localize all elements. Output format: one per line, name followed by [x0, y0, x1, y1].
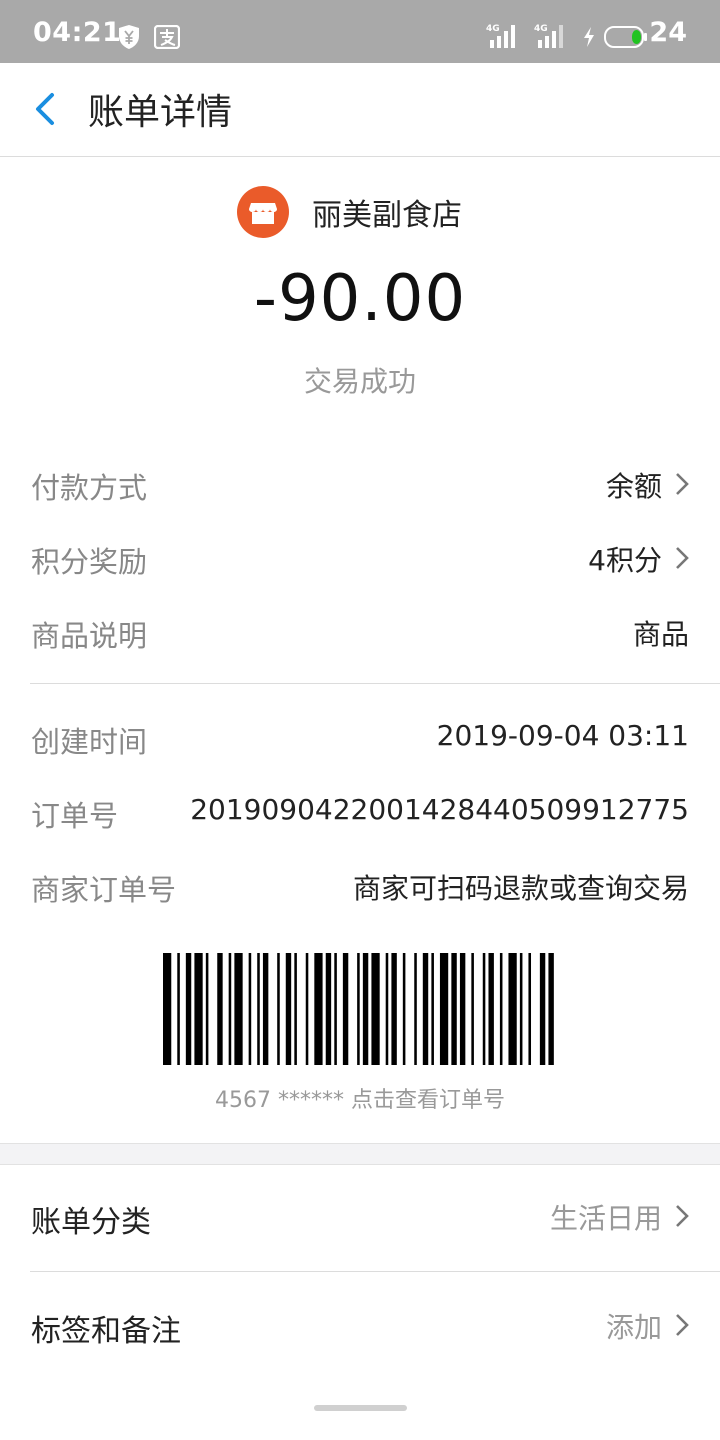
- merchant-name: 丽美副食店: [312, 198, 462, 233]
- chevron-right-icon: [676, 1314, 689, 1336]
- barcode-bar: [371, 953, 380, 1065]
- battery-icon: [604, 26, 647, 48]
- signal-4g-icon: 4G: [534, 24, 563, 48]
- barcode-bar: [248, 953, 252, 1065]
- barcode-bar: [342, 953, 349, 1065]
- detail-label: 订单号: [31, 799, 119, 833]
- status-bar: 04:21 4G 4G 24: [0, 0, 720, 63]
- barcode-bar: [488, 953, 494, 1065]
- barcode-bar: [205, 953, 209, 1065]
- detail-value: 商家可扫码退款或查询交易: [352, 872, 689, 905]
- barcode-bar: [362, 953, 369, 1065]
- barcode[interactable]: [163, 953, 557, 1065]
- alipay-icon: [154, 25, 180, 49]
- barcode-bar: [499, 953, 503, 1065]
- title-bar: 账单详情: [0, 63, 720, 157]
- status-time: 04:21: [33, 17, 122, 48]
- detail-row-order-number[interactable]: 订单号 2019090422001428440509912775: [0, 787, 720, 837]
- barcode-bar: [262, 953, 269, 1065]
- barcode-bar: [163, 953, 172, 1065]
- barcode-bar: [459, 953, 466, 1065]
- home-indicator[interactable]: [314, 1405, 407, 1411]
- shield-yen-icon: [119, 25, 139, 49]
- barcode-bar: [325, 953, 332, 1065]
- barcode-bar: [305, 953, 309, 1065]
- detail-label: 商品说明: [31, 619, 148, 653]
- chevron-right-icon: [676, 547, 689, 569]
- barcode-bar: [391, 953, 397, 1065]
- barcode-bar: [431, 953, 434, 1065]
- detail-value: 4积分: [588, 544, 662, 577]
- bill-category-label: 账单分类: [31, 1205, 151, 1240]
- barcode-caption[interactable]: 4567 ****** 点击查看订单号: [0, 1082, 720, 1114]
- detail-row-product-description: 商品说明 商品: [0, 607, 720, 657]
- barcode-bar: [177, 953, 180, 1065]
- detail-label: 积分奖励: [31, 545, 148, 579]
- barcode-bar: [422, 953, 429, 1065]
- store-icon: [249, 203, 277, 224]
- barcode-bar: [439, 953, 449, 1065]
- barcode-bar: [217, 953, 223, 1065]
- divider: [30, 1271, 720, 1272]
- divider: [30, 683, 720, 684]
- chevron-left-icon[interactable]: [28, 89, 64, 129]
- detail-value: 2019-09-04 03:11: [436, 719, 689, 752]
- chevron-right-icon: [676, 1205, 689, 1227]
- barcode-bar: [539, 953, 546, 1065]
- detail-row-created-time: 创建时间 2019-09-04 03:11: [0, 713, 720, 763]
- detail-label: 商家订单号: [31, 873, 177, 907]
- barcode-bar: [277, 953, 280, 1065]
- barcode-bar: [451, 953, 457, 1065]
- chevron-right-icon: [676, 473, 689, 495]
- tags-notes-value: 添加: [605, 1311, 662, 1344]
- charging-icon: [584, 27, 594, 47]
- tags-notes-label: 标签和备注: [31, 1314, 181, 1349]
- detail-row-merchant-order-number: 商家订单号 商家可扫码退款或查询交易: [0, 861, 720, 911]
- barcode-image: [163, 953, 554, 1065]
- bill-category-row[interactable]: 账单分类 生活日用: [0, 1193, 720, 1243]
- barcode-bar: [357, 953, 360, 1065]
- detail-row-points-reward[interactable]: 积分奖励 4积分: [0, 533, 720, 583]
- svg-text:4G: 4G: [486, 24, 500, 34]
- barcode-bar: [471, 953, 474, 1065]
- barcode-bar: [194, 953, 203, 1065]
- detail-row-payment-method[interactable]: 付款方式 余额: [0, 459, 720, 509]
- barcode-bar: [294, 953, 297, 1065]
- detail-value: 商品: [632, 618, 689, 651]
- barcode-bar: [285, 953, 292, 1065]
- barcode-bar: [234, 953, 243, 1065]
- battery-level: 24: [649, 17, 687, 48]
- transaction-amount: -90.00: [253, 262, 467, 336]
- merchant-info: 丽美副食店: [0, 182, 720, 238]
- detail-value: 余额: [605, 470, 662, 503]
- barcode-bar: [519, 953, 523, 1065]
- barcode-bar: [528, 953, 532, 1065]
- bill-category-value: 生活日用: [549, 1202, 662, 1235]
- barcode-bar: [482, 953, 486, 1065]
- detail-value: 2019090422001428440509912775: [190, 793, 689, 826]
- merchant-logo: [237, 186, 289, 238]
- svg-text:4G: 4G: [534, 24, 548, 34]
- barcode-bar: [385, 953, 389, 1065]
- barcode-bar: [548, 953, 554, 1065]
- barcode-bar: [185, 953, 192, 1065]
- barcode-bar: [257, 953, 260, 1065]
- barcode-bar: [334, 953, 337, 1065]
- barcode-bar: [414, 953, 417, 1065]
- tags-notes-row[interactable]: 标签和备注 添加: [0, 1302, 720, 1352]
- barcode-bar: [402, 953, 406, 1065]
- signal-4g-icon: 4G: [486, 24, 515, 48]
- transaction-status: 交易成功: [303, 365, 416, 398]
- section-separator: [0, 1143, 720, 1165]
- barcode-bar: [228, 953, 232, 1065]
- page-title: 账单详情: [88, 92, 233, 133]
- barcode-bar: [314, 953, 323, 1065]
- barcode-bar: [508, 953, 517, 1065]
- detail-label: 创建时间: [31, 725, 148, 759]
- detail-label: 付款方式: [31, 471, 148, 505]
